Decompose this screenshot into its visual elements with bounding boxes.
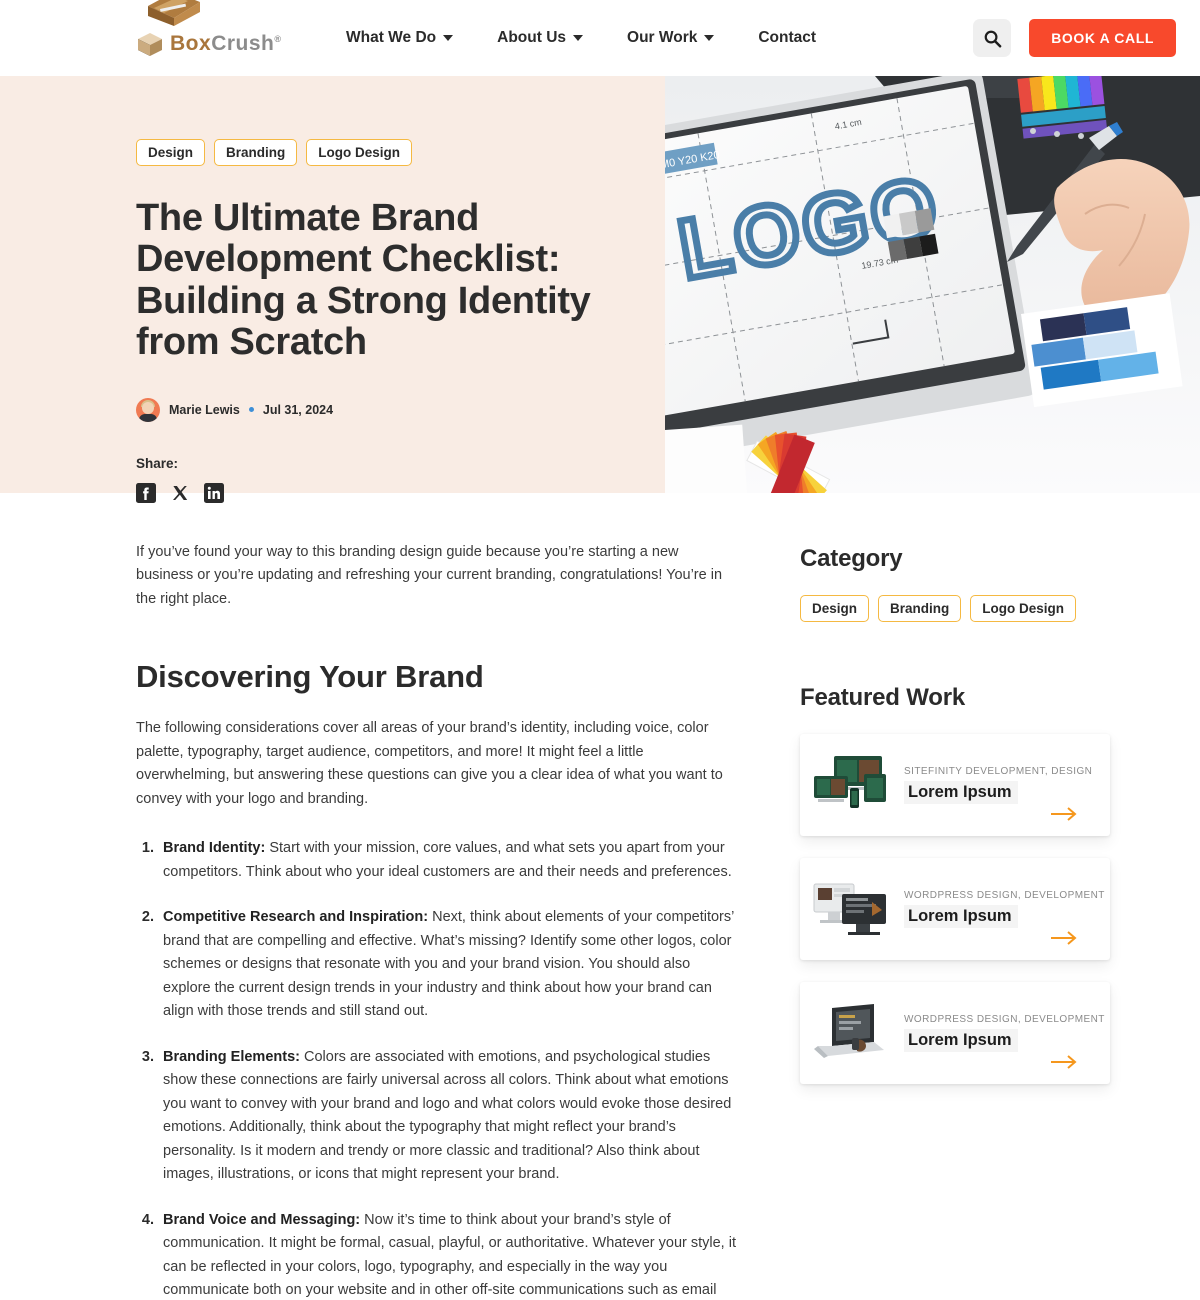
crushed-box-icon (148, 0, 200, 26)
sidebar-tag-branding[interactable]: Branding (878, 595, 962, 622)
nav-label: About Us (497, 29, 567, 46)
list-item: Branding Elements: Colors are associated… (158, 1046, 736, 1187)
featured-work-card[interactable]: WORDPRESS DESIGN, DEVELOPMENT Lorem Ipsu… (800, 982, 1110, 1084)
brand-checklist: Brand Identity: Start with your mission,… (136, 837, 736, 1300)
featured-work-info: WORDPRESS DESIGN, DEVELOPMENT Lorem Ipsu… (904, 890, 1105, 928)
nav-label: Our Work (627, 29, 698, 46)
sidebar: Category Design Branding Logo Design Fea… (800, 541, 1110, 1300)
search-icon (984, 30, 1002, 48)
search-button[interactable] (973, 19, 1012, 57)
article-lead-paragraph: The following considerations cover all a… (136, 720, 723, 807)
logo-trademark: ® (274, 34, 282, 44)
dual-monitor-thumbnail-icon (812, 878, 890, 940)
chevron-down-icon (573, 35, 584, 41)
x-twitter-icon[interactable] (170, 483, 190, 503)
box-cube-icon (138, 33, 162, 56)
list-item-term: Competitive Research and Inspiration: (163, 909, 429, 926)
chevron-down-icon (704, 35, 715, 41)
logo-text-box: Box (170, 32, 212, 55)
hero-image: LOGO C50 M0 Y20 K20 3.9 cm 19.73 cm 4.1 … (665, 76, 1200, 493)
featured-work-title: Lorem Ipsum (904, 905, 1018, 928)
section-heading-discovering-your-brand: Discovering Your Brand (136, 659, 484, 695)
nav-item-what-we-do[interactable]: What We Do (346, 29, 454, 47)
hero-content: Design Branding Logo Design The Ultimate… (0, 76, 665, 503)
featured-work-category: WORDPRESS DESIGN, DEVELOPMENT (904, 1014, 1105, 1025)
page-title: The Ultimate Brand Development Checklist… (136, 197, 591, 364)
hero-tag-branding[interactable]: Branding (214, 139, 298, 166)
featured-work-title: Lorem Ipsum (904, 781, 1018, 804)
facebook-icon[interactable] (136, 482, 156, 503)
nav-item-contact[interactable]: Contact (758, 29, 816, 47)
laptop-dark-thumbnail-icon (812, 1002, 890, 1064)
separator-dot-icon (248, 407, 254, 413)
sidebar-heading-category: Category (800, 545, 903, 572)
featured-work-category: SITEFINITY DEVELOPMENT, DESIGN (904, 766, 1093, 777)
nav-label: What We Do (346, 29, 437, 46)
content-area: If you’ve found your way to this brandin… (0, 541, 1200, 1300)
logo-text-crush: Crush (211, 32, 275, 55)
list-item: Brand Voice and Messaging: Now it’s time… (158, 1209, 736, 1300)
sidebar-tag-design[interactable]: Design (800, 595, 870, 622)
list-item: Competitive Research and Inspiration: Ne… (158, 906, 736, 1023)
hero-illustration: LOGO C50 M0 Y20 K20 3.9 cm 19.73 cm 4.1 … (665, 76, 1200, 493)
article-main-column: If you’ve found your way to this brandin… (136, 541, 736, 1300)
page-root: BoxCrush® What We Do About Us Our Work C… (0, 0, 1200, 1300)
featured-work-card[interactable]: SITEFINITY DEVELOPMENT, DESIGN Lorem Ips… (800, 734, 1110, 836)
list-item-text: Colors are associated with emotions, and… (163, 1048, 732, 1183)
site-logo[interactable]: BoxCrush® (136, 0, 306, 58)
share-icon-list (136, 482, 625, 503)
responsive-devices-green-thumbnail-icon (812, 754, 890, 816)
list-item-term: Brand Identity: (163, 840, 266, 857)
hero-tag-logo-design[interactable]: Logo Design (306, 139, 413, 166)
featured-work-title: Lorem Ipsum (904, 1029, 1018, 1052)
list-item: Brand Identity: Start with your mission,… (158, 837, 736, 884)
main-navigation: What We Do About Us Our Work Contact (346, 29, 816, 47)
author-name: Marie Lewis (169, 402, 240, 417)
sidebar-heading-featured-work: Featured Work (800, 684, 965, 711)
sidebar-category-tags: Design Branding Logo Design (800, 595, 1110, 622)
featured-work-category: WORDPRESS DESIGN, DEVELOPMENT (904, 890, 1105, 901)
featured-work-card[interactable]: WORDPRESS DESIGN, DEVELOPMENT Lorem Ipsu… (800, 858, 1110, 960)
arrow-right-icon[interactable] (1050, 930, 1078, 946)
avatar (136, 397, 160, 422)
article-intro: If you’ve found your way to this brandin… (136, 544, 723, 607)
nav-item-our-work[interactable]: Our Work (627, 29, 715, 47)
hero-tag-design[interactable]: Design (136, 139, 206, 166)
book-a-call-button[interactable]: BOOK A CALL (1029, 19, 1176, 57)
featured-work-info: WORDPRESS DESIGN, DEVELOPMENT Lorem Ipsu… (904, 1014, 1105, 1052)
chevron-down-icon (443, 35, 454, 41)
nav-label: Contact (758, 29, 817, 46)
list-item-term: Branding Elements: (163, 1048, 300, 1065)
list-item-text: Next, think about elements of your compe… (163, 909, 734, 1020)
sidebar-tag-logo-design[interactable]: Logo Design (970, 595, 1077, 622)
arrow-right-icon[interactable] (1050, 1054, 1078, 1070)
featured-work-info: SITEFINITY DEVELOPMENT, DESIGN Lorem Ips… (904, 766, 1094, 804)
logo-wordmark: BoxCrush® (170, 32, 282, 56)
arrow-right-icon[interactable] (1050, 806, 1078, 822)
article-byline: Marie Lewis Jul 31, 2024 (136, 397, 625, 422)
list-item-term: Brand Voice and Messaging: (163, 1211, 361, 1228)
share-label: Share: (136, 455, 179, 471)
nav-item-about-us[interactable]: About Us (497, 29, 584, 47)
linkedin-icon[interactable] (204, 482, 224, 503)
site-header: BoxCrush® What We Do About Us Our Work C… (0, 0, 1200, 76)
hero-tag-list: Design Branding Logo Design (136, 139, 625, 166)
hero-section: Design Branding Logo Design The Ultimate… (0, 76, 1200, 503)
publish-date: Jul 31, 2024 (262, 402, 334, 417)
header-actions: BOOK A CALL (973, 19, 1176, 57)
